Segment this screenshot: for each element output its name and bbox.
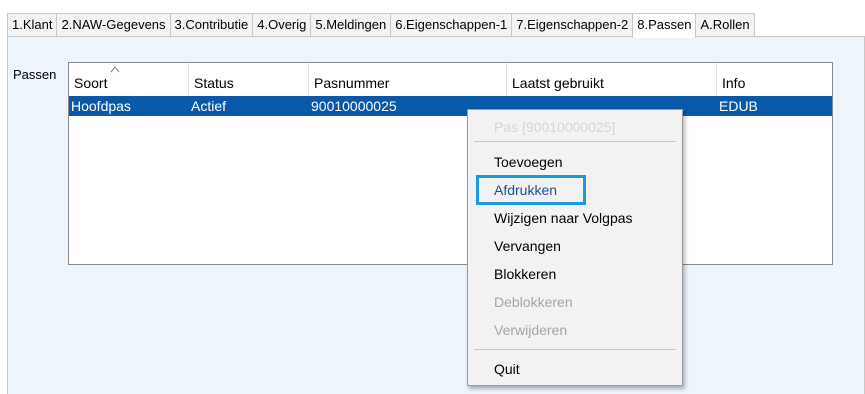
menu-item-blokkeren[interactable]: Blokkeren bbox=[494, 264, 556, 284]
menu-item-toevoegen[interactable]: Toevoegen bbox=[494, 152, 563, 172]
column-header-label: Info bbox=[722, 75, 746, 91]
cell-status: Actief bbox=[191, 98, 227, 114]
cell-info: EDUB bbox=[719, 98, 758, 114]
tab-passen[interactable]: 8.Passen bbox=[632, 13, 697, 38]
menu-item-deblokkeren: Deblokkeren bbox=[494, 294, 573, 310]
tab-overig[interactable]: 4.Overig bbox=[252, 13, 312, 36]
column-header-label: Pasnummer bbox=[314, 75, 390, 91]
sort-ascending-icon bbox=[110, 66, 120, 73]
menu-item-vervangen[interactable]: Vervangen bbox=[494, 236, 561, 256]
tab-rollen[interactable]: A.Rollen bbox=[695, 13, 755, 36]
column-header-label: Status bbox=[194, 75, 234, 91]
menu-item-verwijderen: Verwijderen bbox=[494, 322, 568, 338]
table-row[interactable]: Hoofdpas Actief 90010000025 EDUB bbox=[69, 96, 832, 116]
column-header-label: Soort bbox=[74, 75, 108, 91]
column-header-pasnummer[interactable]: Pasnummer bbox=[309, 63, 507, 96]
cell-soort: Hoofdpas bbox=[71, 98, 131, 114]
menu-separator bbox=[474, 349, 676, 350]
menu-separator bbox=[474, 141, 676, 142]
menu-header: Pas [90010000025] bbox=[494, 119, 616, 135]
tab-meldingen[interactable]: 5.Meldingen bbox=[310, 13, 392, 36]
tab-bar: 1.Klant 2.NAW-Gegevens 3.Contributie 4.O… bbox=[7, 13, 865, 38]
tab-eigenschappen-2[interactable]: 7.Eigenschappen-2 bbox=[511, 13, 634, 36]
menu-item-wijzigen-naar-volgpas[interactable]: Wijzigen naar Volgpas bbox=[494, 208, 633, 228]
column-header-laatst-gebruikt[interactable]: Laatst gebruikt bbox=[507, 63, 717, 96]
focus-highlight-box bbox=[476, 175, 586, 205]
passen-group-label: Passen bbox=[13, 67, 57, 82]
grid-header: Soort Status Pasnummer Laatst gebruikt I… bbox=[69, 63, 832, 97]
column-header-label: Laatst gebruikt bbox=[512, 75, 604, 91]
column-header-info[interactable]: Info bbox=[717, 63, 832, 96]
tab-klant[interactable]: 1.Klant bbox=[7, 13, 58, 36]
tab-eigenschappen-1[interactable]: 6.Eigenschappen-1 bbox=[390, 13, 513, 36]
tab-naw-gegevens[interactable]: 2.NAW-Gegevens bbox=[56, 13, 171, 36]
cell-pasnummer: 90010000025 bbox=[311, 98, 397, 114]
tab-contributie[interactable]: 3.Contributie bbox=[169, 13, 254, 36]
column-header-status[interactable]: Status bbox=[189, 63, 309, 96]
column-header-soort[interactable]: Soort bbox=[69, 63, 189, 96]
context-menu: Pas [90010000025] Toevoegen Afdrukken Wi… bbox=[467, 109, 683, 386]
menu-item-quit[interactable]: Quit bbox=[494, 359, 520, 379]
passen-grid[interactable]: Soort Status Pasnummer Laatst gebruikt I… bbox=[68, 62, 833, 265]
